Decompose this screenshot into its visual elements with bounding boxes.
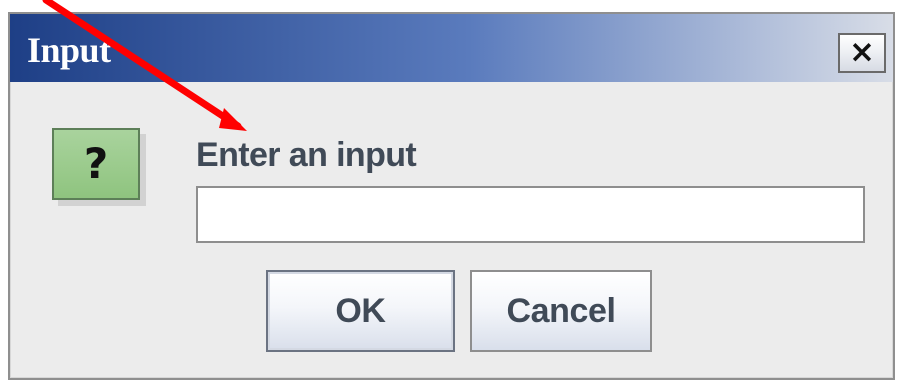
input-field[interactable] — [196, 186, 865, 243]
close-button[interactable]: × — [838, 33, 886, 73]
close-icon: × — [849, 33, 875, 70]
ok-button-label: OK — [335, 292, 386, 330]
dialog-title: Input — [27, 30, 111, 70]
question-mark-icon: ? — [83, 138, 109, 188]
title-bar: Input × — [10, 14, 893, 82]
cancel-button[interactable]: Cancel — [470, 270, 652, 352]
cancel-button-label: Cancel — [506, 292, 616, 330]
prompt-label: Enter an input — [196, 136, 417, 174]
question-icon: ? — [52, 128, 140, 200]
ok-button[interactable]: OK — [266, 270, 455, 352]
input-dialog: Input × ? Enter an input OK Cancel — [8, 12, 895, 380]
